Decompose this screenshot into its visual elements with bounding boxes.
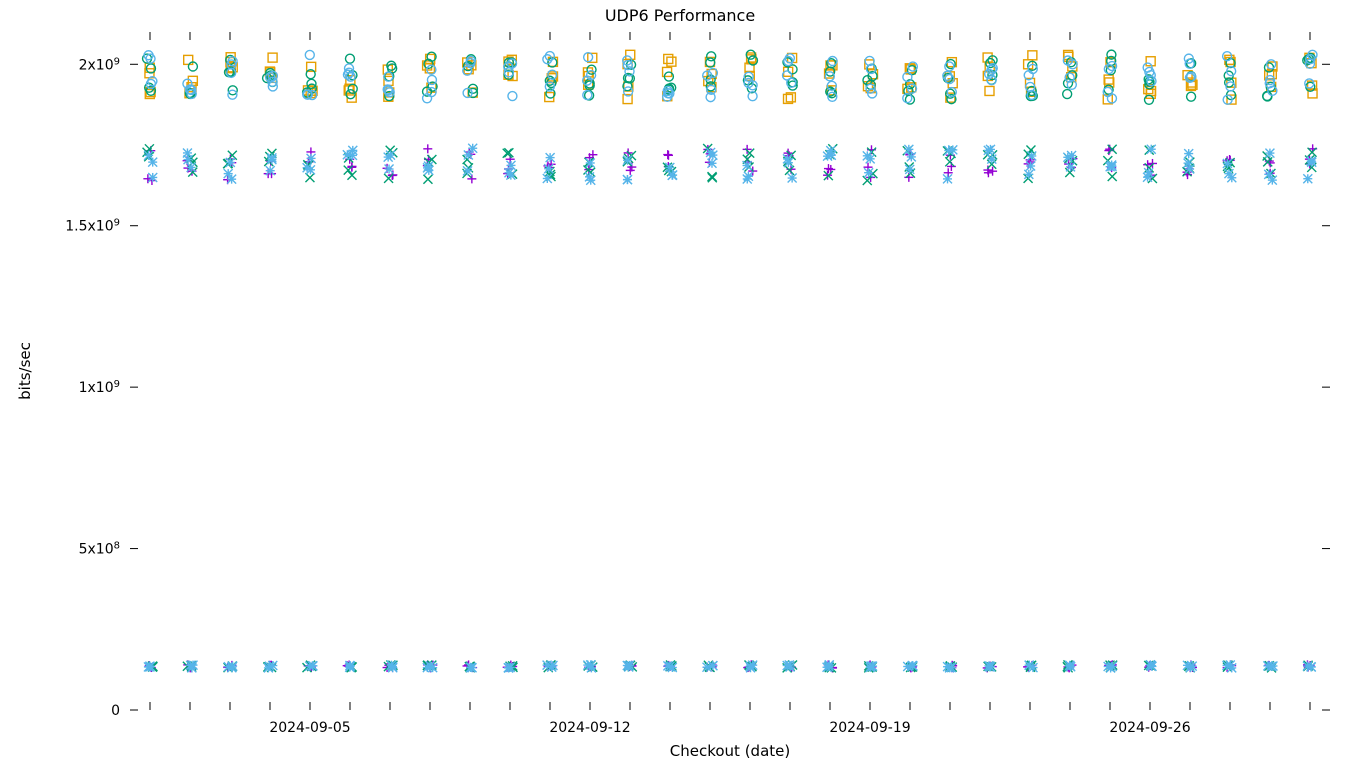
svg-text:0: 0 (111, 703, 120, 719)
x-axis-label: Checkout (date) (670, 742, 790, 760)
svg-text:2024-09-19: 2024-09-19 (829, 720, 910, 736)
svg-text:2024-09-12: 2024-09-12 (549, 720, 630, 736)
svg-text:1.5x109: 1.5x109 (65, 217, 120, 235)
svg-text:2024-09-26: 2024-09-26 (1109, 720, 1190, 736)
svg-text:5x108: 5x108 (79, 540, 120, 558)
svg-text:2x109: 2x109 (79, 56, 120, 74)
chart-container: UDP6 Performance 05x1081x1091.5x1092x109… (0, 0, 1360, 768)
svg-text:1x109: 1x109 (79, 379, 120, 397)
chart-svg: 0 5x108 1x109 1.5x109 2x109 2024-09-05 2024-09… (0, 0, 1360, 768)
y-axis-label: bits/sec (16, 342, 34, 400)
svg-text:2024-09-05: 2024-09-05 (269, 720, 350, 736)
